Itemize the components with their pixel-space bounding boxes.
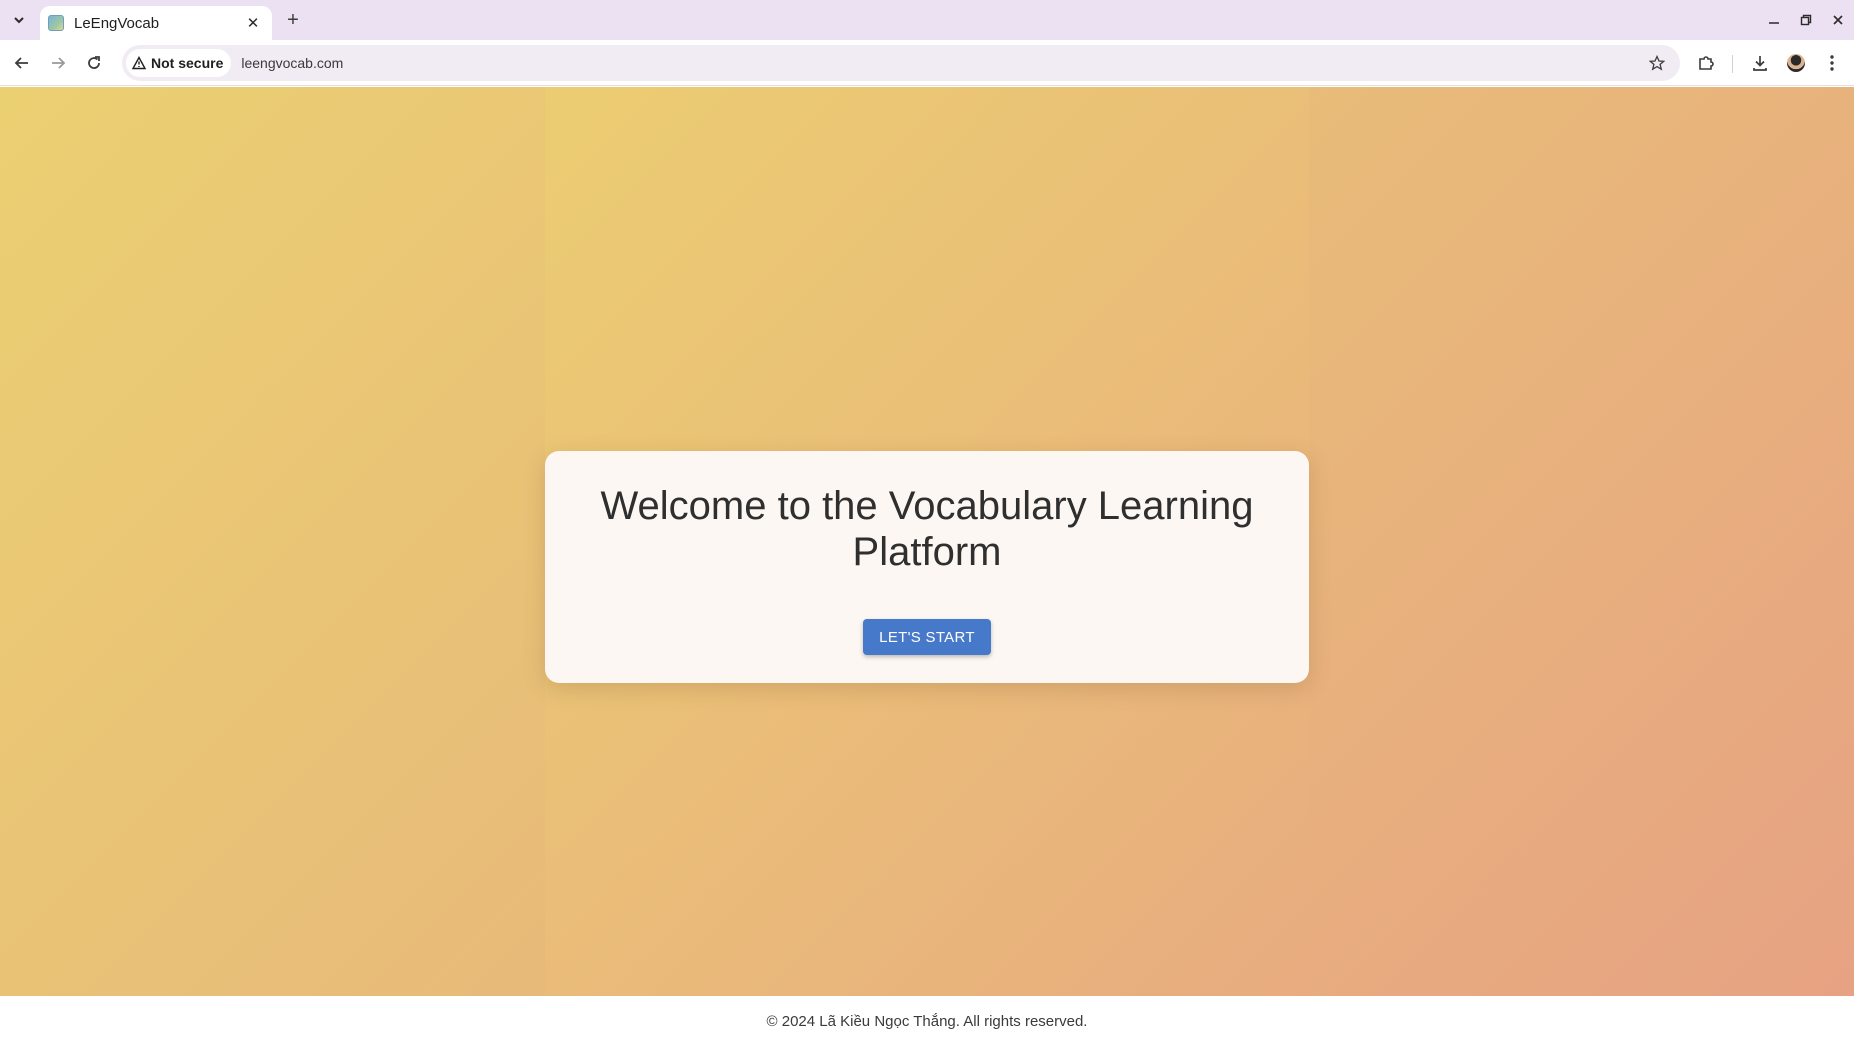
close-icon: [1833, 15, 1843, 25]
avatar-icon: [1787, 54, 1805, 72]
tab-search-button[interactable]: [6, 8, 32, 32]
page-title: Welcome to the Vocabulary Learning Platf…: [600, 484, 1254, 574]
kebab-menu-icon: [1830, 55, 1834, 71]
profile-button[interactable]: [1781, 48, 1811, 78]
page-background: Welcome to the Vocabulary Learning Platf…: [0, 87, 1854, 996]
security-label: Not secure: [151, 55, 224, 71]
arrow-right-icon: [52, 57, 66, 69]
tab-title: LeEngVocab: [74, 14, 160, 32]
restore-icon: [1800, 14, 1812, 26]
active-tab[interactable]: LeEngVocab ✕: [40, 6, 272, 40]
forward-button[interactable]: [43, 48, 73, 78]
reload-icon: [88, 56, 100, 69]
new-tab-button[interactable]: +: [280, 8, 306, 32]
url-text[interactable]: leengvocab.com: [241, 55, 343, 71]
minimize-button[interactable]: [1758, 0, 1790, 40]
browser-toolbar: Not secure leengvocab.com: [0, 40, 1854, 86]
lets-start-button[interactable]: LET'S START: [863, 619, 991, 655]
minimize-icon: [1769, 22, 1779, 24]
restore-button[interactable]: [1790, 0, 1822, 40]
extensions-button[interactable]: [1691, 48, 1721, 78]
security-chip[interactable]: Not secure: [126, 49, 232, 77]
page-footer: © 2024 Lã Kiều Ngọc Thắng. All rights re…: [0, 996, 1854, 1048]
site-favicon-icon: [48, 15, 64, 31]
chevron-down-icon: [14, 17, 24, 24]
warning-icon: [132, 56, 146, 70]
toolbar-divider: [1732, 55, 1733, 73]
puzzle-icon: [1699, 56, 1714, 70]
window-controls: [1758, 0, 1854, 40]
download-icon: [1753, 56, 1767, 71]
arrow-left-icon: [14, 57, 28, 69]
welcome-card: Welcome to the Vocabulary Learning Platf…: [545, 451, 1309, 683]
tab-bar: LeEngVocab ✕ +: [0, 0, 1854, 40]
close-window-button[interactable]: [1822, 0, 1854, 40]
downloads-button[interactable]: [1745, 48, 1775, 78]
back-button[interactable]: [7, 48, 37, 78]
copyright-text: © 2024 Lã Kiều Ngọc Thắng. All rights re…: [766, 1013, 1088, 1030]
browser-menu-button[interactable]: [1817, 48, 1847, 78]
tab-close-icon[interactable]: ✕: [242, 12, 264, 34]
reload-button[interactable]: [79, 48, 109, 78]
star-icon: [1649, 55, 1665, 71]
address-bar[interactable]: Not secure leengvocab.com: [122, 45, 1680, 81]
bookmark-button[interactable]: [1644, 50, 1670, 76]
